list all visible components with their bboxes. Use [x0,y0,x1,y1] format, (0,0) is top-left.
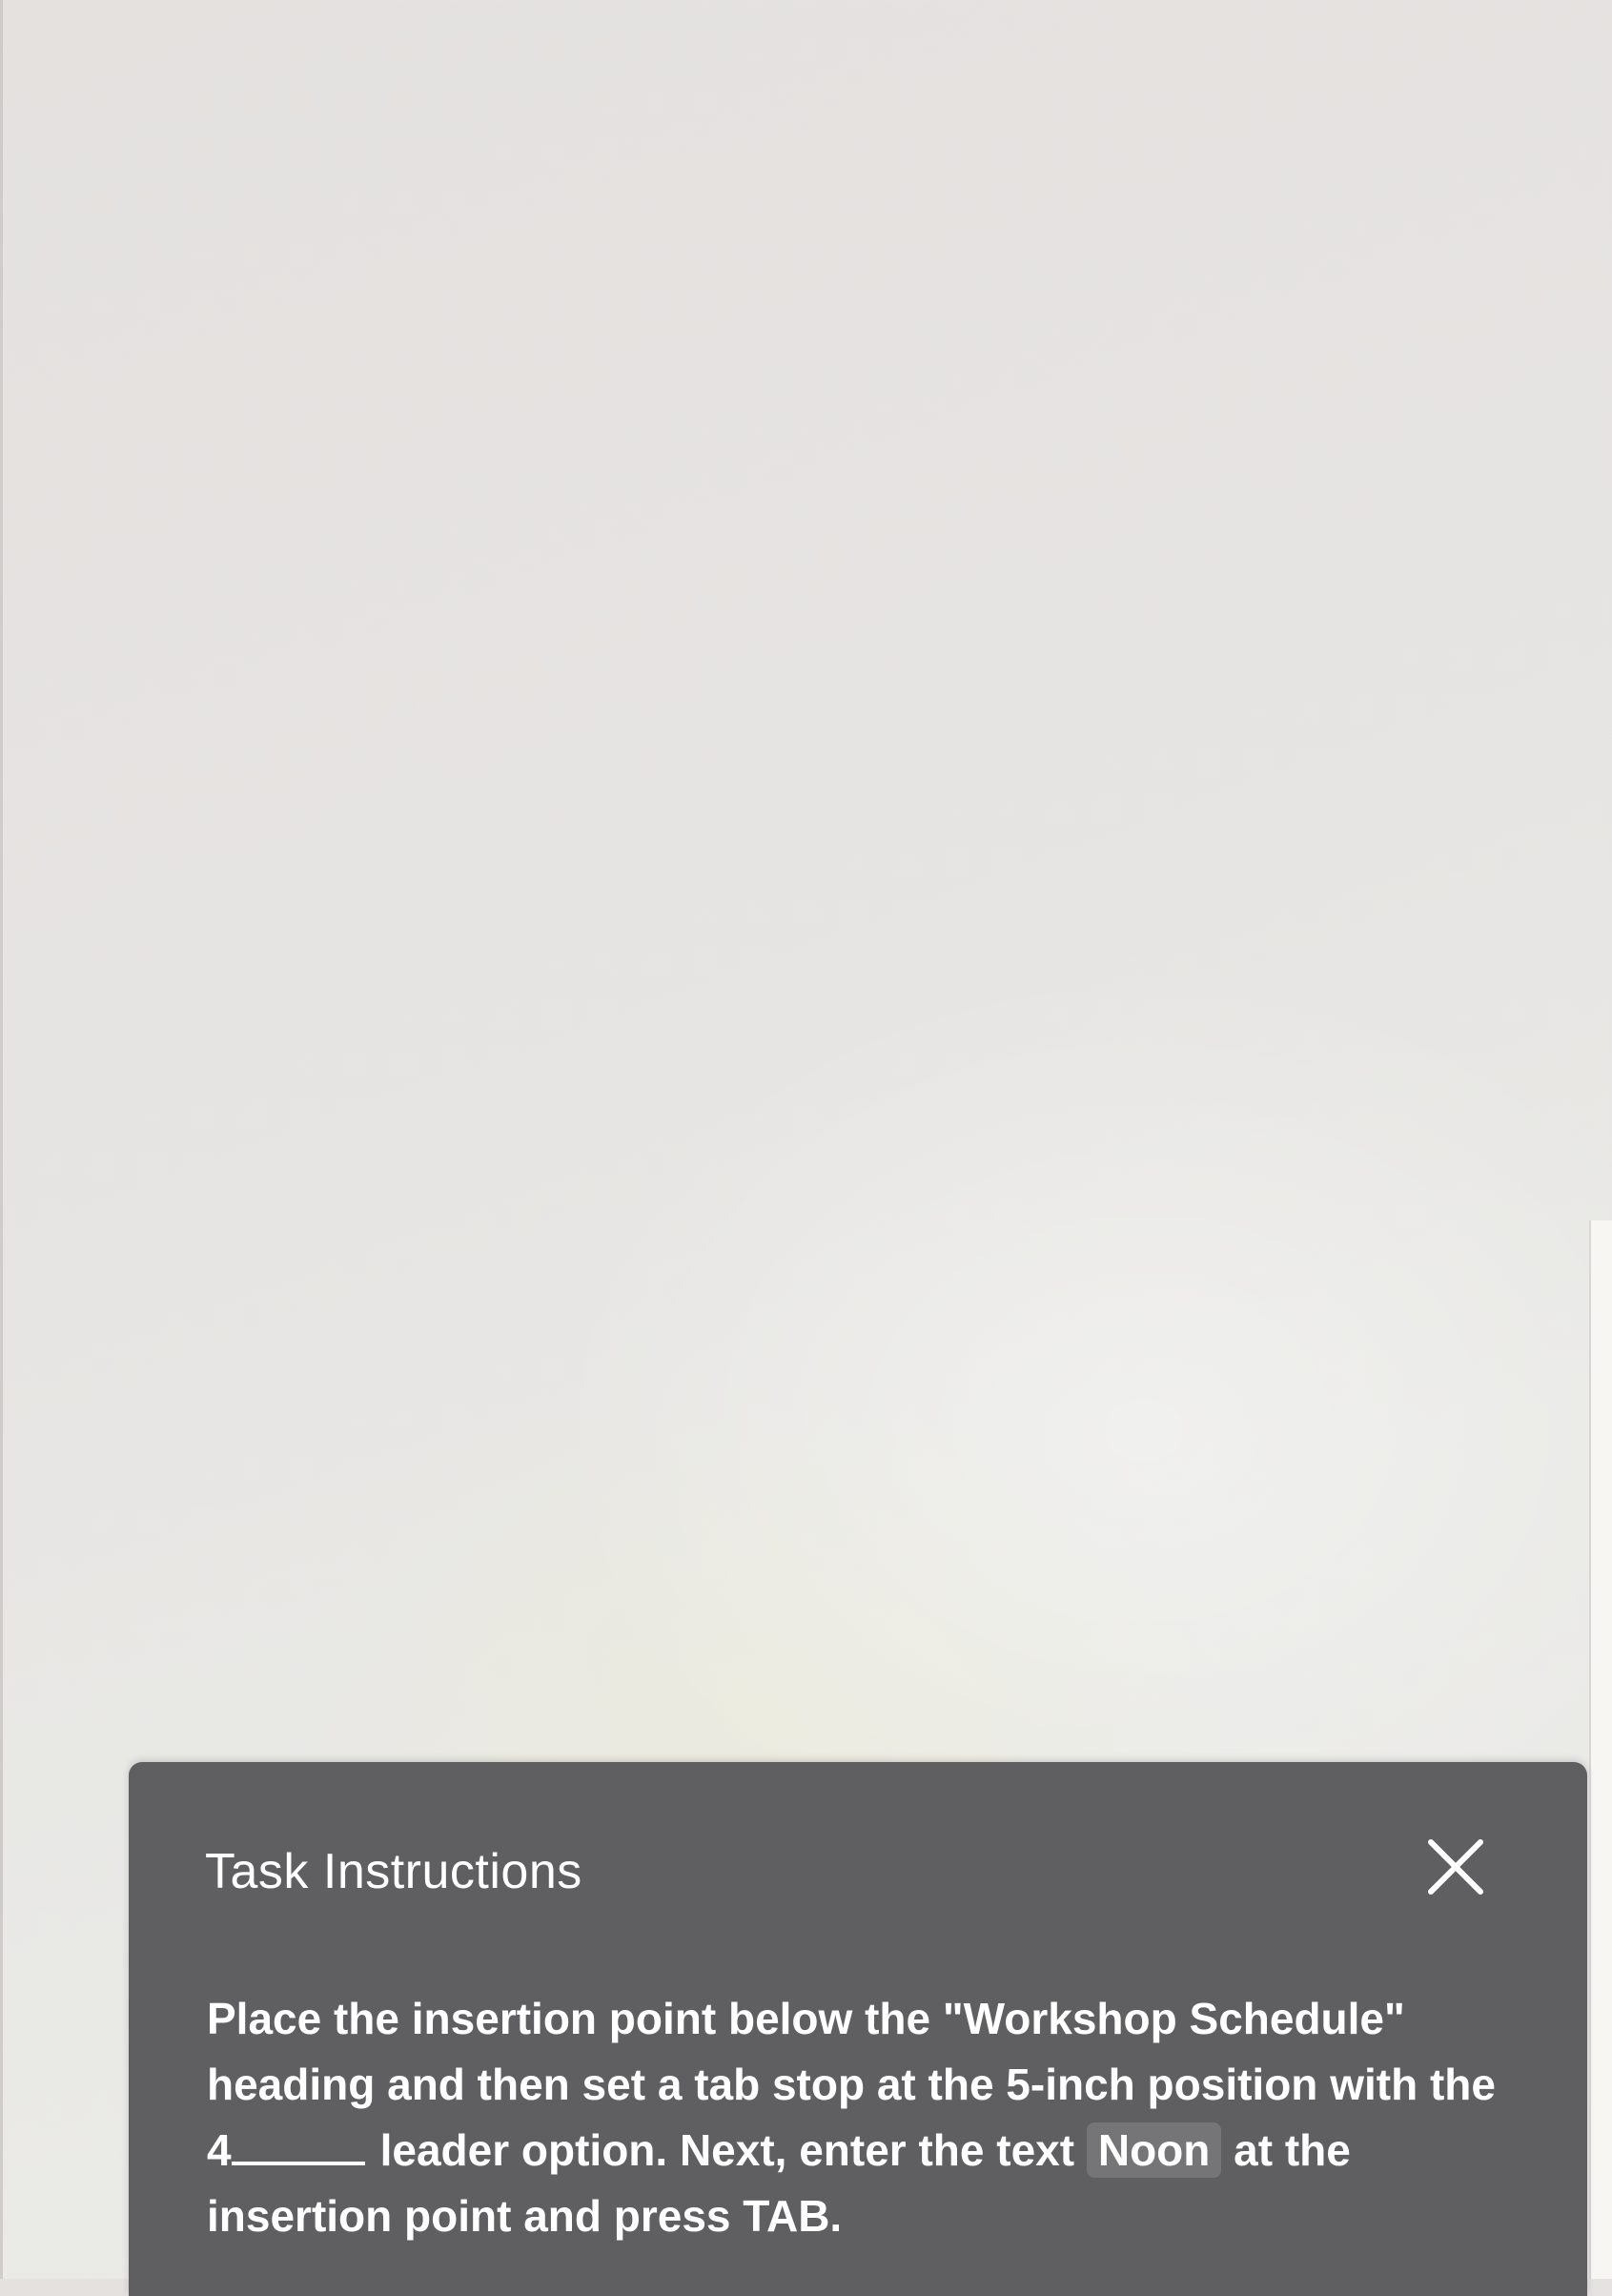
fill-in-blank [231,2142,365,2165]
highlighted-text-noon: Noon [1086,2122,1222,2178]
document-left-border [0,0,3,2279]
task-instructions-panel: Task Instructions Place the insertion po… [129,1762,1587,2296]
close-button[interactable] [1418,1829,1494,1905]
task-panel-title: Task Instructions [205,1844,582,1899]
task-instructions-text: Place the insertion point below the "Wor… [207,1986,1532,2249]
scrollbar-track[interactable] [1589,1220,1612,2279]
instruction-part-2: leader option. Next, enter the text [379,2125,1087,2175]
close-icon [1428,1839,1483,1895]
